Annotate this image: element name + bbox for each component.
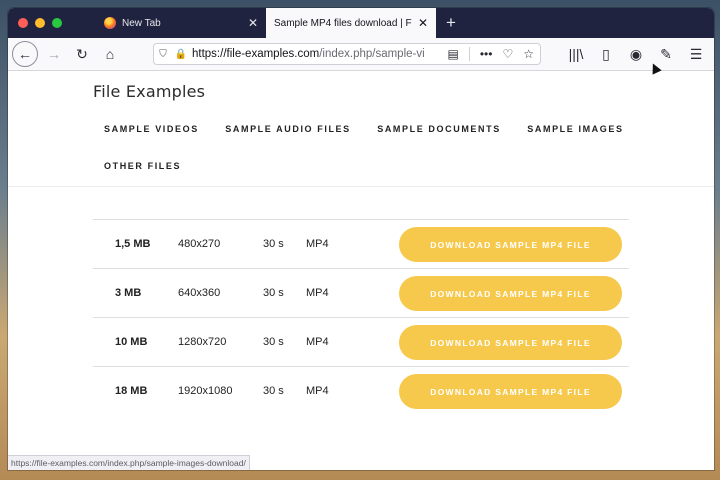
header-divider (8, 186, 714, 187)
nav-sample-videos[interactable]: SAMPLE VIDEOS (104, 124, 199, 134)
tab-title: New Tab (122, 17, 161, 29)
tab-new-tab[interactable]: New Tab ✕ (96, 8, 266, 38)
file-size: 18 MB (115, 385, 148, 397)
url-path: /index.php/sample-vi (319, 48, 425, 60)
status-bar: https://file-examples.com/index.php/samp… (8, 455, 250, 470)
library-icon[interactable]: |||\ (564, 42, 588, 66)
menu-icon[interactable]: ☰ (684, 42, 708, 66)
download-button[interactable]: DOWNLOAD SAMPLE MP4 FILE (399, 374, 622, 409)
close-tab-icon[interactable]: ✕ (248, 16, 258, 30)
pocket-icon[interactable]: ♡ (502, 47, 513, 61)
lock-icon[interactable]: 🔒 (172, 49, 190, 60)
file-format: MP4 (306, 238, 329, 250)
file-duration: 30 s (263, 385, 284, 397)
file-format: MP4 (306, 287, 329, 299)
file-duration: 30 s (263, 238, 284, 250)
navigation-toolbar: ← → ↻ ⌂ ⛉ 🔒 https://file-examples.com/in… (8, 38, 714, 71)
close-window-button[interactable] (18, 18, 28, 28)
tab-strip: New Tab ✕ Sample MP4 files download | Fi… (8, 8, 714, 38)
file-size: 10 MB (115, 336, 148, 348)
home-button[interactable]: ⌂ (98, 42, 122, 66)
file-resolution: 1920x1080 (178, 385, 233, 397)
minimize-window-button[interactable] (35, 18, 45, 28)
url-text[interactable]: https://file-examples.com/index.php/samp… (192, 48, 442, 60)
download-button[interactable]: DOWNLOAD SAMPLE MP4 FILE (399, 227, 622, 262)
nav-sample-documents[interactable]: SAMPLE DOCUMENTS (377, 124, 501, 134)
file-size: 3 MB (115, 287, 142, 299)
shield-icon[interactable]: ⛉ (154, 49, 172, 60)
forward-button[interactable]: → (42, 42, 66, 66)
account-icon[interactable]: ◉ (624, 42, 648, 66)
file-duration: 30 s (263, 336, 284, 348)
file-duration: 30 s (263, 287, 284, 299)
table-row: 3 MB 640x360 30 s MP4 DOWNLOAD SAMPLE MP… (93, 268, 629, 317)
nav-sample-audio-files[interactable]: SAMPLE AUDIO FILES (225, 124, 350, 134)
nav-sample-images[interactable]: SAMPLE IMAGES (527, 124, 623, 134)
bookmark-star-icon[interactable]: ☆ (523, 47, 534, 61)
sidebar-icon[interactable]: ▯ (594, 42, 618, 66)
toolbar-right: |||\ ▯ ◉ ✎ ☰ (564, 42, 708, 66)
file-size: 1,5 MB (115, 238, 151, 250)
reload-button[interactable]: ↻ (70, 42, 94, 66)
file-format: MP4 (306, 336, 329, 348)
download-button[interactable]: DOWNLOAD SAMPLE MP4 FILE (399, 325, 622, 360)
window-controls (8, 8, 84, 38)
table-row: 1,5 MB 480x270 30 s MP4 DOWNLOAD SAMPLE … (93, 219, 629, 268)
tab-title: Sample MP4 files download | File Exa (274, 17, 412, 29)
maximize-window-button[interactable] (52, 18, 62, 28)
tab-sample-mp4[interactable]: Sample MP4 files download | File Exa ✕ (266, 8, 436, 38)
file-resolution: 640x360 (178, 287, 221, 299)
firefox-icon (104, 17, 116, 29)
page-actions-icon[interactable]: ••• (480, 47, 493, 61)
new-tab-button[interactable]: + (436, 8, 466, 38)
file-resolution: 1280x720 (178, 336, 227, 348)
file-resolution: 480x270 (178, 238, 221, 250)
nav-other-files[interactable]: OTHER FILES (104, 161, 181, 171)
download-button[interactable]: DOWNLOAD SAMPLE MP4 FILE (399, 276, 622, 311)
divider (468, 47, 470, 61)
file-format: MP4 (306, 385, 329, 397)
web-page: File Examples SAMPLE VIDEOS SAMPLE AUDIO… (8, 71, 714, 470)
files-table: 1,5 MB 480x270 30 s MP4 DOWNLOAD SAMPLE … (93, 219, 629, 415)
reader-view-icon[interactable]: ▤ (448, 47, 459, 61)
address-bar[interactable]: ⛉ 🔒 https://file-examples.com/index.php/… (153, 43, 541, 65)
back-button[interactable]: ← (12, 41, 38, 67)
urlbar-actions: ▤ ••• ♡ ☆ (448, 44, 534, 64)
url-host: https://file-examples.com (192, 48, 320, 60)
close-tab-icon[interactable]: ✕ (418, 16, 428, 30)
table-row: 18 MB 1920x1080 30 s MP4 DOWNLOAD SAMPLE… (93, 366, 629, 415)
browser-window: New Tab ✕ Sample MP4 files download | Fi… (8, 8, 714, 470)
site-title[interactable]: File Examples (93, 82, 205, 101)
table-row: 10 MB 1280x720 30 s MP4 DOWNLOAD SAMPLE … (93, 317, 629, 366)
